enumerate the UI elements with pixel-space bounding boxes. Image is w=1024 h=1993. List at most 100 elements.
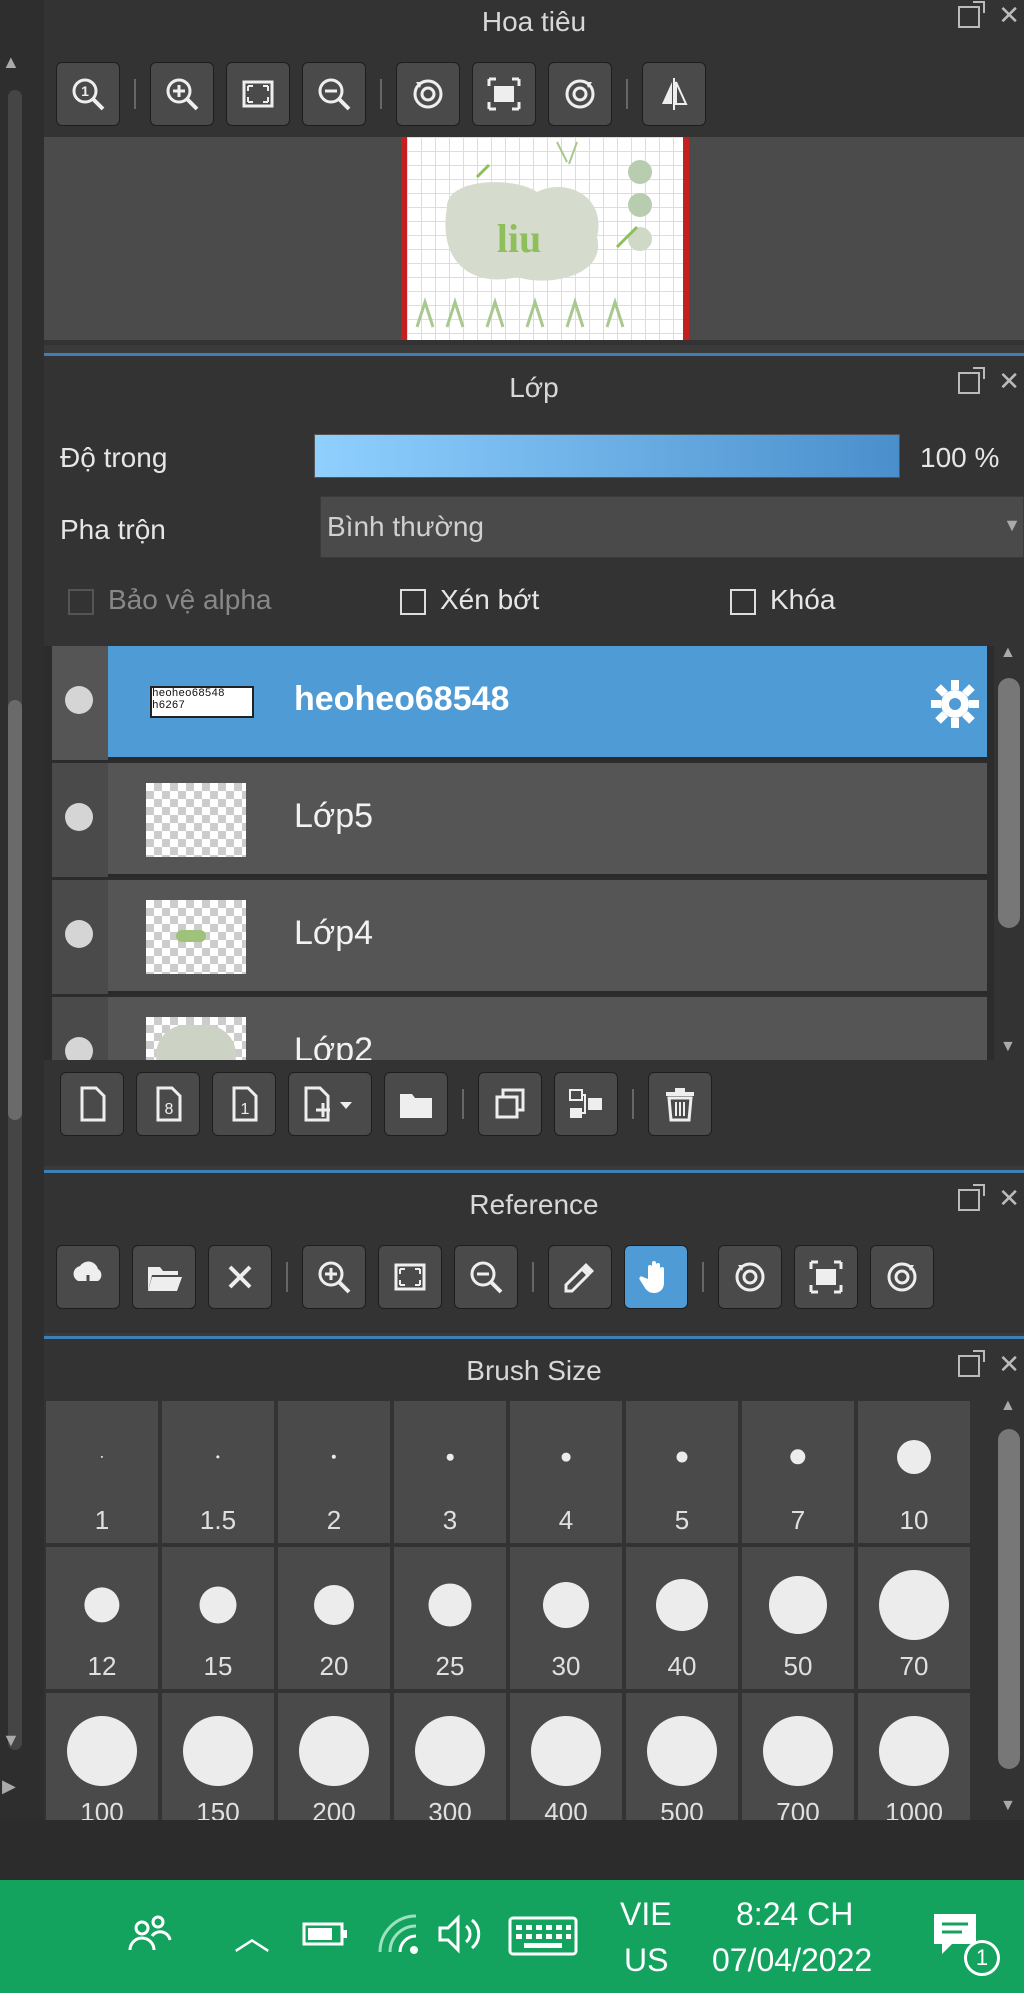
clipping-checkbox[interactable] <box>400 588 426 615</box>
protect-alpha-checkbox <box>68 588 94 615</box>
left-scrollbar-thumb[interactable] <box>8 700 22 1120</box>
new-layer-icon[interactable] <box>60 1072 124 1136</box>
chevron-up-icon[interactable]: ︿ <box>234 1908 270 1960</box>
brush-size-option[interactable]: 400 <box>510 1693 622 1831</box>
brush-size-option[interactable]: 150 <box>162 1693 274 1831</box>
brush-size-option[interactable]: 70 <box>858 1547 970 1689</box>
layer-visibility-toggle[interactable] <box>52 997 108 1060</box>
scroll-down-arrow-icon[interactable]: ▼ <box>1000 1038 1016 1056</box>
brush-size-option[interactable]: 25 <box>394 1547 506 1689</box>
layer-visibility-toggle[interactable] <box>52 646 108 760</box>
brush-size-option[interactable]: 50 <box>742 1547 854 1689</box>
duplicate-layer-icon[interactable] <box>478 1072 542 1136</box>
brush-size-option[interactable]: 700 <box>742 1693 854 1831</box>
clock-time[interactable]: 8:24 CH <box>736 1896 853 1933</box>
lock-checkbox[interactable] <box>730 588 756 615</box>
close-panel-icon[interactable]: ✕ <box>998 366 1020 397</box>
layer-visibility-toggle[interactable] <box>52 763 108 877</box>
close-icon[interactable] <box>208 1245 272 1309</box>
scroll-right-arrow-icon[interactable]: ▶ <box>2 1776 16 1797</box>
close-panel-icon[interactable]: ✕ <box>998 0 1020 31</box>
brush-size-option[interactable]: 10 <box>858 1401 970 1543</box>
add-layer-dropdown-icon[interactable] <box>288 1072 372 1136</box>
brush-size-option[interactable]: 500 <box>626 1693 738 1831</box>
import-cloud-icon[interactable] <box>56 1245 120 1309</box>
keyboard-icon[interactable] <box>508 1916 578 1956</box>
brush-size-option[interactable]: 7 <box>742 1401 854 1543</box>
rotate-left-icon[interactable] <box>718 1245 782 1309</box>
zoom-in-icon[interactable] <box>150 62 214 126</box>
brush-size-option[interactable]: 1000 <box>858 1693 970 1831</box>
popout-icon[interactable] <box>958 1 985 28</box>
zoom-in-icon[interactable] <box>302 1245 366 1309</box>
layer-list-scrollbar[interactable]: ▲ ▼ <box>994 646 1024 1060</box>
zoom-out-icon[interactable] <box>454 1245 518 1309</box>
navigator-preview-area[interactable]: liu <box>44 137 1024 340</box>
scroll-down-arrow-icon[interactable]: ▼ <box>2 1730 20 1751</box>
layer-list-scroll-thumb[interactable] <box>998 678 1020 928</box>
brush-size-dot <box>299 1716 369 1786</box>
brush-size-option[interactable]: 300 <box>394 1693 506 1831</box>
merge-down-icon[interactable] <box>554 1072 618 1136</box>
layer-row-heoheo68548[interactable]: heoheo68548 h6267 heoheo68548 <box>52 646 987 760</box>
language-indicator-top[interactable]: VIE <box>620 1896 672 1933</box>
layer-row-lop4[interactable]: Lớp4 <box>52 880 987 994</box>
zoom-actual-icon[interactable]: 1 <box>56 62 120 126</box>
wifi-icon[interactable] <box>376 1912 420 1956</box>
volume-icon[interactable] <box>436 1912 486 1956</box>
scroll-up-arrow-icon[interactable]: ▲ <box>1000 646 1016 662</box>
popout-icon[interactable] <box>958 367 985 394</box>
rotate-right-icon[interactable] <box>870 1245 934 1309</box>
brush-size-option[interactable]: 1 <box>46 1401 158 1543</box>
people-icon[interactable] <box>128 1912 172 1956</box>
battery-icon[interactable] <box>302 1920 350 1948</box>
fit-screen-icon[interactable] <box>226 62 290 126</box>
gear-icon[interactable] <box>929 678 981 730</box>
popout-icon[interactable] <box>958 1184 985 1211</box>
brush-size-option[interactable]: 40 <box>626 1547 738 1689</box>
fit-screen-icon[interactable] <box>378 1245 442 1309</box>
new-8bit-layer-icon[interactable]: 8 <box>136 1072 200 1136</box>
brush-size-scroll-thumb[interactable] <box>998 1429 1020 1769</box>
blend-mode-select[interactable]: Bình thường ▼ <box>320 496 1024 558</box>
zoom-out-icon[interactable] <box>302 62 366 126</box>
close-panel-icon[interactable]: ✕ <box>998 1183 1020 1214</box>
brush-size-option[interactable]: 2 <box>278 1401 390 1543</box>
scroll-up-arrow-icon[interactable]: ▲ <box>1000 1397 1016 1415</box>
scroll-up-arrow-icon[interactable]: ▲ <box>2 52 20 73</box>
blend-mode-label: Pha trộn <box>60 514 166 545</box>
brush-size-option[interactable]: 100 <box>46 1693 158 1831</box>
new-1bit-layer-icon[interactable]: 1 <box>212 1072 276 1136</box>
rotate-left-icon[interactable] <box>396 62 460 126</box>
hand-icon[interactable] <box>624 1245 688 1309</box>
flip-icon[interactable] <box>642 62 706 126</box>
rotate-right-icon[interactable] <box>548 62 612 126</box>
brush-size-option[interactable]: 30 <box>510 1547 622 1689</box>
brush-size-scrollbar[interactable]: ▲ ▼ <box>994 1397 1024 1821</box>
fit-frame-icon[interactable] <box>472 62 536 126</box>
brush-size-option[interactable]: 5 <box>626 1401 738 1543</box>
brush-size-option[interactable]: 3 <box>394 1401 506 1543</box>
scroll-down-arrow-icon[interactable]: ▼ <box>1000 1797 1016 1815</box>
brush-size-option[interactable]: 20 <box>278 1547 390 1689</box>
delete-layer-icon[interactable] <box>648 1072 712 1136</box>
clipping-option[interactable]: Xén bớt <box>400 584 539 616</box>
lock-option[interactable]: Khóa <box>730 584 835 616</box>
opacity-slider[interactable] <box>314 434 900 478</box>
layer-row-lop2[interactable]: Lớp2 <box>52 997 987 1060</box>
brush-size-option[interactable]: 200 <box>278 1693 390 1831</box>
open-folder-icon[interactable] <box>132 1245 196 1309</box>
fit-frame-icon[interactable] <box>794 1245 858 1309</box>
popout-icon[interactable] <box>958 1350 985 1377</box>
layer-row-lop5[interactable]: Lớp5 <box>52 763 987 877</box>
eyedropper-icon[interactable] <box>548 1245 612 1309</box>
brush-size-option[interactable]: 15 <box>162 1547 274 1689</box>
close-panel-icon[interactable]: ✕ <box>998 1349 1020 1380</box>
brush-size-option[interactable]: 12 <box>46 1547 158 1689</box>
layer-visibility-toggle[interactable] <box>52 880 108 994</box>
language-indicator-bottom[interactable]: US <box>624 1942 668 1979</box>
new-folder-icon[interactable] <box>384 1072 448 1136</box>
brush-size-option[interactable]: 4 <box>510 1401 622 1543</box>
brush-size-option[interactable]: 1.5 <box>162 1401 274 1543</box>
clock-date[interactable]: 07/04/2022 <box>712 1942 872 1979</box>
